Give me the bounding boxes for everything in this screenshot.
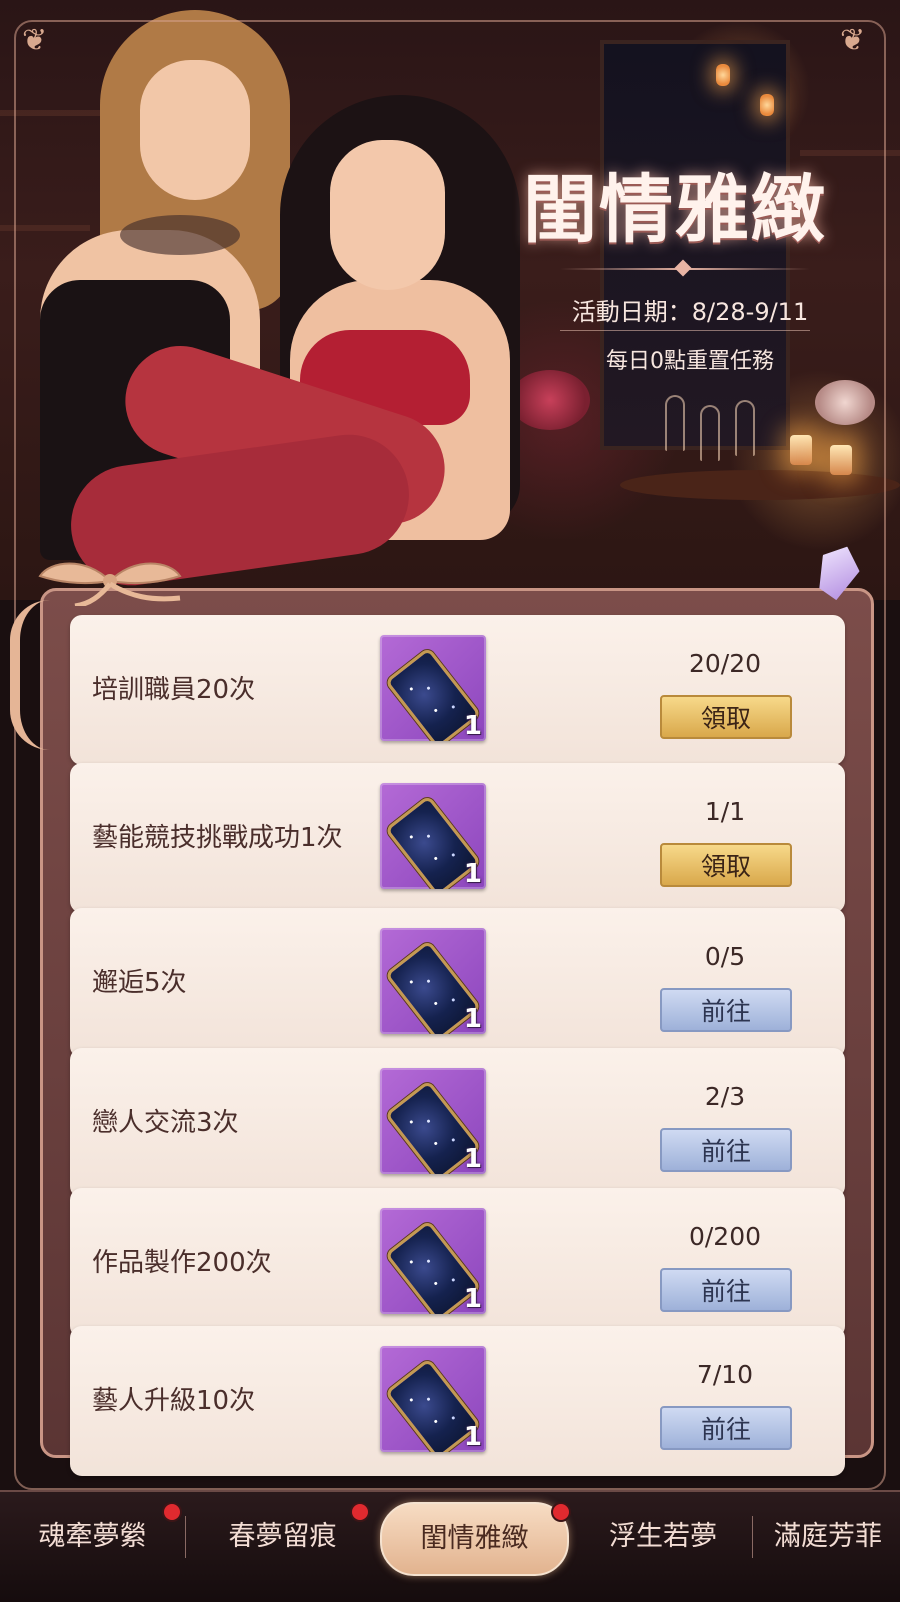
task-label: 作品製作200次 xyxy=(92,1248,272,1278)
task-progress: 0/200 xyxy=(688,1222,762,1251)
ribbon-bow-icon xyxy=(38,562,182,606)
task-row: 藝能競技挑戰成功1次 1 1/1 領取 xyxy=(70,763,845,913)
go-button[interactable]: 前往 xyxy=(660,1268,792,1312)
notification-badge xyxy=(164,1504,180,1520)
reward-item[interactable]: 1 xyxy=(380,1346,486,1452)
tab-hun-qian-meng-ying[interactable]: 魂牽夢縈 xyxy=(10,1492,175,1582)
task-row: 戀人交流3次 1 2/3 前往 xyxy=(70,1048,845,1198)
reward-item[interactable]: 1 xyxy=(380,1068,486,1174)
task-progress: 1/1 xyxy=(704,797,746,826)
go-button[interactable]: 前往 xyxy=(660,988,792,1032)
task-label: 培訓職員20次 xyxy=(92,675,256,705)
tab-separator xyxy=(752,1516,753,1558)
reward-item[interactable]: 1 xyxy=(380,635,486,741)
task-label: 藝人升級10次 xyxy=(92,1386,256,1416)
task-row: 邂逅5次 1 0/5 前往 xyxy=(70,908,845,1058)
claim-button[interactable]: 領取 xyxy=(660,843,792,887)
reward-quantity: 1 xyxy=(463,711,482,741)
task-progress: 20/20 xyxy=(688,649,762,678)
task-row: 藝人升級10次 1 7/10 前往 xyxy=(70,1326,845,1476)
task-label: 邂逅5次 xyxy=(92,968,187,998)
task-row: 培訓職員20次 1 20/20 領取 xyxy=(70,615,845,765)
notification-badge xyxy=(553,1504,569,1520)
task-row: 作品製作200次 1 0/200 前往 xyxy=(70,1188,845,1338)
task-progress: 2/3 xyxy=(704,1082,746,1111)
task-progress: 0/5 xyxy=(704,942,746,971)
go-button[interactable]: 前往 xyxy=(660,1128,792,1172)
task-label: 藝能競技挑戰成功1次 xyxy=(92,823,343,853)
reward-quantity: 1 xyxy=(463,1422,482,1452)
tab-chun-meng-liu-hen[interactable]: 春夢留痕 xyxy=(195,1492,370,1582)
tab-fu-sheng-ruo-meng[interactable]: 浮生若夢 xyxy=(578,1492,748,1582)
reward-quantity: 1 xyxy=(463,1144,482,1174)
reward-quantity: 1 xyxy=(463,859,482,889)
tab-man-ting-fang-fei[interactable]: 滿庭芳菲 xyxy=(758,1492,898,1582)
claim-button[interactable]: 領取 xyxy=(660,695,792,739)
reward-quantity: 1 xyxy=(463,1004,482,1034)
bottom-tab-bar: 魂牽夢縈 春夢留痕 閨情雅緻 浮生若夢 滿庭芳菲 xyxy=(0,1490,900,1602)
go-button[interactable]: 前往 xyxy=(660,1406,792,1450)
reward-quantity: 1 xyxy=(463,1284,482,1314)
ribbon-tail xyxy=(10,600,50,750)
task-progress: 7/10 xyxy=(696,1360,754,1389)
task-label: 戀人交流3次 xyxy=(92,1108,239,1138)
corner-ornament-icon: ❦ xyxy=(840,23,866,58)
reward-item[interactable]: 1 xyxy=(380,1208,486,1314)
notification-badge xyxy=(352,1504,368,1520)
tab-separator xyxy=(185,1516,186,1558)
reward-item[interactable]: 1 xyxy=(380,783,486,889)
reward-item[interactable]: 1 xyxy=(380,928,486,1034)
corner-ornament-icon: ❦ xyxy=(22,23,48,58)
tab-gui-qing-ya-zhi[interactable]: 閨情雅緻 xyxy=(380,1502,569,1576)
